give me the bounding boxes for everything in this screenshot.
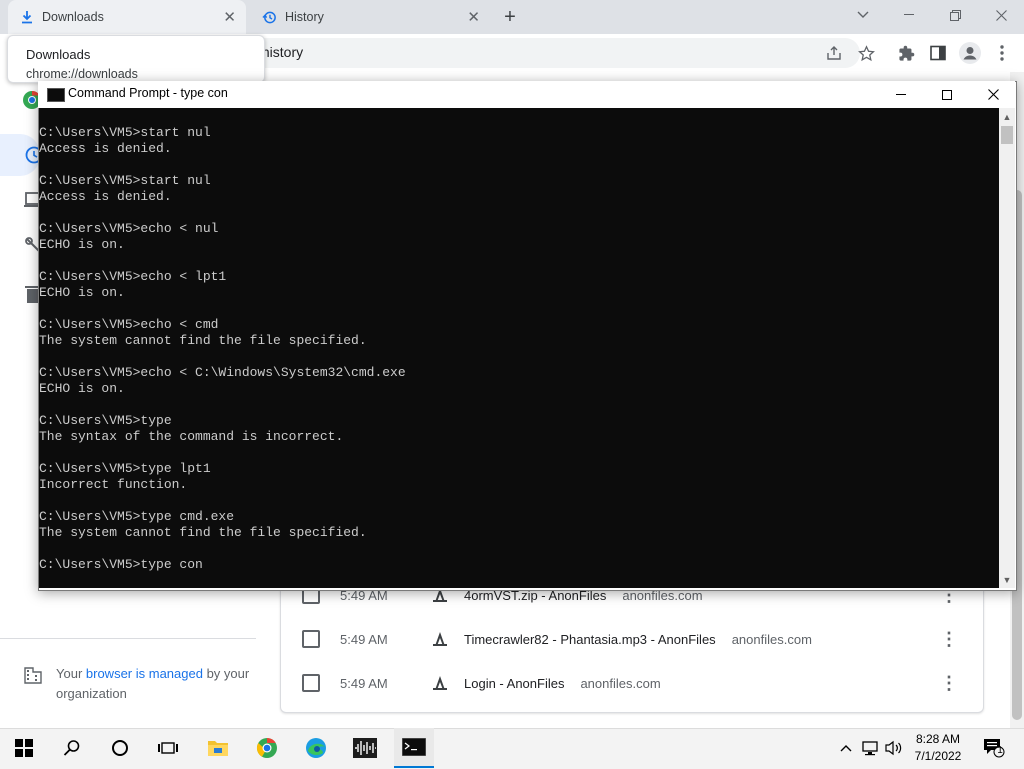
taskbar-clock[interactable]: 8:28 AM 7/1/2022 — [904, 731, 972, 765]
side-panel-icon[interactable] — [926, 42, 950, 64]
console-line: ECHO is on. — [39, 285, 125, 300]
entry-more-icon[interactable]: ⋮ — [940, 673, 958, 694]
anonfiles-favicon-icon — [432, 675, 464, 691]
console-line: Access is denied. — [39, 141, 172, 156]
console-output: C:\Users\VM5>start nul Access is denied. … — [39, 125, 994, 573]
file-explorer-icon[interactable] — [198, 728, 238, 768]
cmd-taskbar-icon[interactable] — [394, 728, 434, 768]
console-line: The system cannot find the file specifie… — [39, 525, 367, 540]
notification-center-icon[interactable]: 1 — [982, 738, 1006, 758]
console-line: C:\Users\VM5>type cmd.exe — [39, 509, 235, 524]
history-entry[interactable]: 5:49 AM Login - AnonFiles anonfiles.com … — [280, 661, 982, 705]
entry-title[interactable]: Login - AnonFiles — [464, 676, 564, 691]
managed-link[interactable]: browser is managed — [86, 666, 203, 681]
tab-search-icon[interactable] — [840, 0, 886, 30]
task-view-icon[interactable] — [148, 728, 188, 768]
console-line: Incorrect function. — [39, 477, 188, 492]
sidebar-divider — [0, 638, 256, 639]
edge-taskbar-icon[interactable] — [296, 728, 336, 768]
scroll-up-arrow-icon[interactable]: ▲ — [999, 109, 1015, 125]
console-line: The syntax of the command is incorrect. — [39, 429, 344, 444]
scroll-down-arrow-icon[interactable]: ▼ — [999, 572, 1015, 588]
entry-more-icon[interactable]: ⋮ — [940, 629, 958, 650]
console-line: ECHO is on. — [39, 237, 125, 252]
close-browser-button[interactable] — [978, 0, 1024, 30]
chrome-menu-icon[interactable] — [990, 42, 1014, 64]
cmd-close-button[interactable] — [970, 81, 1016, 108]
console-line: Access is denied. — [39, 189, 172, 204]
address-bar[interactable] — [240, 38, 860, 68]
close-tab-icon[interactable]: ✕ — [467, 8, 480, 26]
anonfiles-favicon-icon — [432, 631, 464, 647]
start-button[interactable] — [4, 728, 44, 768]
history-icon — [262, 10, 277, 25]
minimize-browser-button[interactable] — [886, 0, 932, 30]
close-tab-icon[interactable]: ✕ — [223, 8, 236, 26]
clock-date: 7/1/2022 — [914, 749, 962, 763]
notification-count: 1 — [997, 745, 1003, 756]
download-icon — [20, 10, 34, 24]
tooltip-title: Downloads — [26, 47, 91, 62]
building-icon — [24, 666, 42, 690]
chrome-taskbar-icon[interactable] — [247, 728, 287, 768]
extensions-icon[interactable] — [894, 42, 918, 64]
console-line: C:\Users\VM5>type con — [39, 557, 203, 572]
entry-checkbox[interactable] — [302, 630, 320, 648]
entry-time: 5:49 AM — [340, 631, 388, 647]
tooltip-url: chrome://downloads — [26, 67, 138, 81]
entry-time: 5:49 AM — [340, 675, 388, 691]
cmd-minimize-button[interactable] — [878, 81, 924, 108]
clock-time: 8:28 AM — [915, 732, 961, 746]
bookmark-star-icon[interactable] — [854, 42, 878, 64]
new-tab-button[interactable]: + — [498, 4, 522, 30]
console-line: C:\Users\VM5>start nul — [39, 173, 211, 188]
profile-avatar-icon[interactable] — [958, 42, 982, 64]
console-line: C:\Users\VM5>echo < cmd — [39, 317, 219, 332]
console-line: C:\Users\VM5>echo < lpt1 — [39, 269, 227, 284]
console-line: C:\Users\VM5>echo < nul — [39, 221, 219, 236]
tab-title: Downloads — [42, 10, 104, 24]
audio-app-taskbar-icon[interactable] — [345, 728, 385, 768]
history-entry[interactable]: 5:49 AM Timecrawler82 - Phantasia.mp3 - … — [280, 617, 982, 661]
entry-checkbox[interactable] — [302, 674, 320, 692]
restore-browser-button[interactable] — [932, 0, 978, 30]
console-line: C:\Users\VM5>echo < C:\Windows\System32\… — [39, 365, 406, 380]
console-line: C:\Users\VM5>type — [39, 413, 172, 428]
share-icon[interactable] — [822, 42, 846, 64]
tab-history[interactable]: History ✕ — [250, 0, 490, 34]
cortana-icon[interactable] — [100, 728, 140, 768]
console-line: C:\Users\VM5>start nul — [39, 125, 211, 140]
network-icon[interactable] — [861, 738, 881, 758]
console-line: C:\Users\VM5>type lpt1 — [39, 461, 211, 476]
cmd-scrollbar[interactable] — [999, 108, 1015, 588]
tab-downloads[interactable]: Downloads ✕ — [8, 0, 246, 34]
cmd-app-icon — [47, 88, 65, 102]
entry-domain: anonfiles.com — [580, 675, 661, 691]
volume-icon[interactable] — [884, 738, 904, 758]
tab-title: History — [285, 10, 324, 24]
search-icon[interactable] — [52, 728, 92, 768]
console-line: The system cannot find the file specifie… — [39, 333, 367, 348]
cmd-scrollbar-thumb[interactable] — [1001, 126, 1013, 144]
console-line: ECHO is on. — [39, 381, 125, 396]
tab-hover-tooltip: Downloads chrome://downloads — [7, 35, 265, 83]
cmd-title: Command Prompt - type con — [68, 86, 228, 100]
entry-domain: anonfiles.com — [731, 631, 812, 647]
show-hidden-icons-chevron-icon[interactable] — [836, 738, 856, 758]
managed-prefix: Your — [56, 666, 86, 681]
cmd-maximize-button[interactable] — [924, 81, 970, 108]
entry-title[interactable]: Timecrawler82 - Phantasia.mp3 - AnonFile… — [464, 632, 716, 647]
